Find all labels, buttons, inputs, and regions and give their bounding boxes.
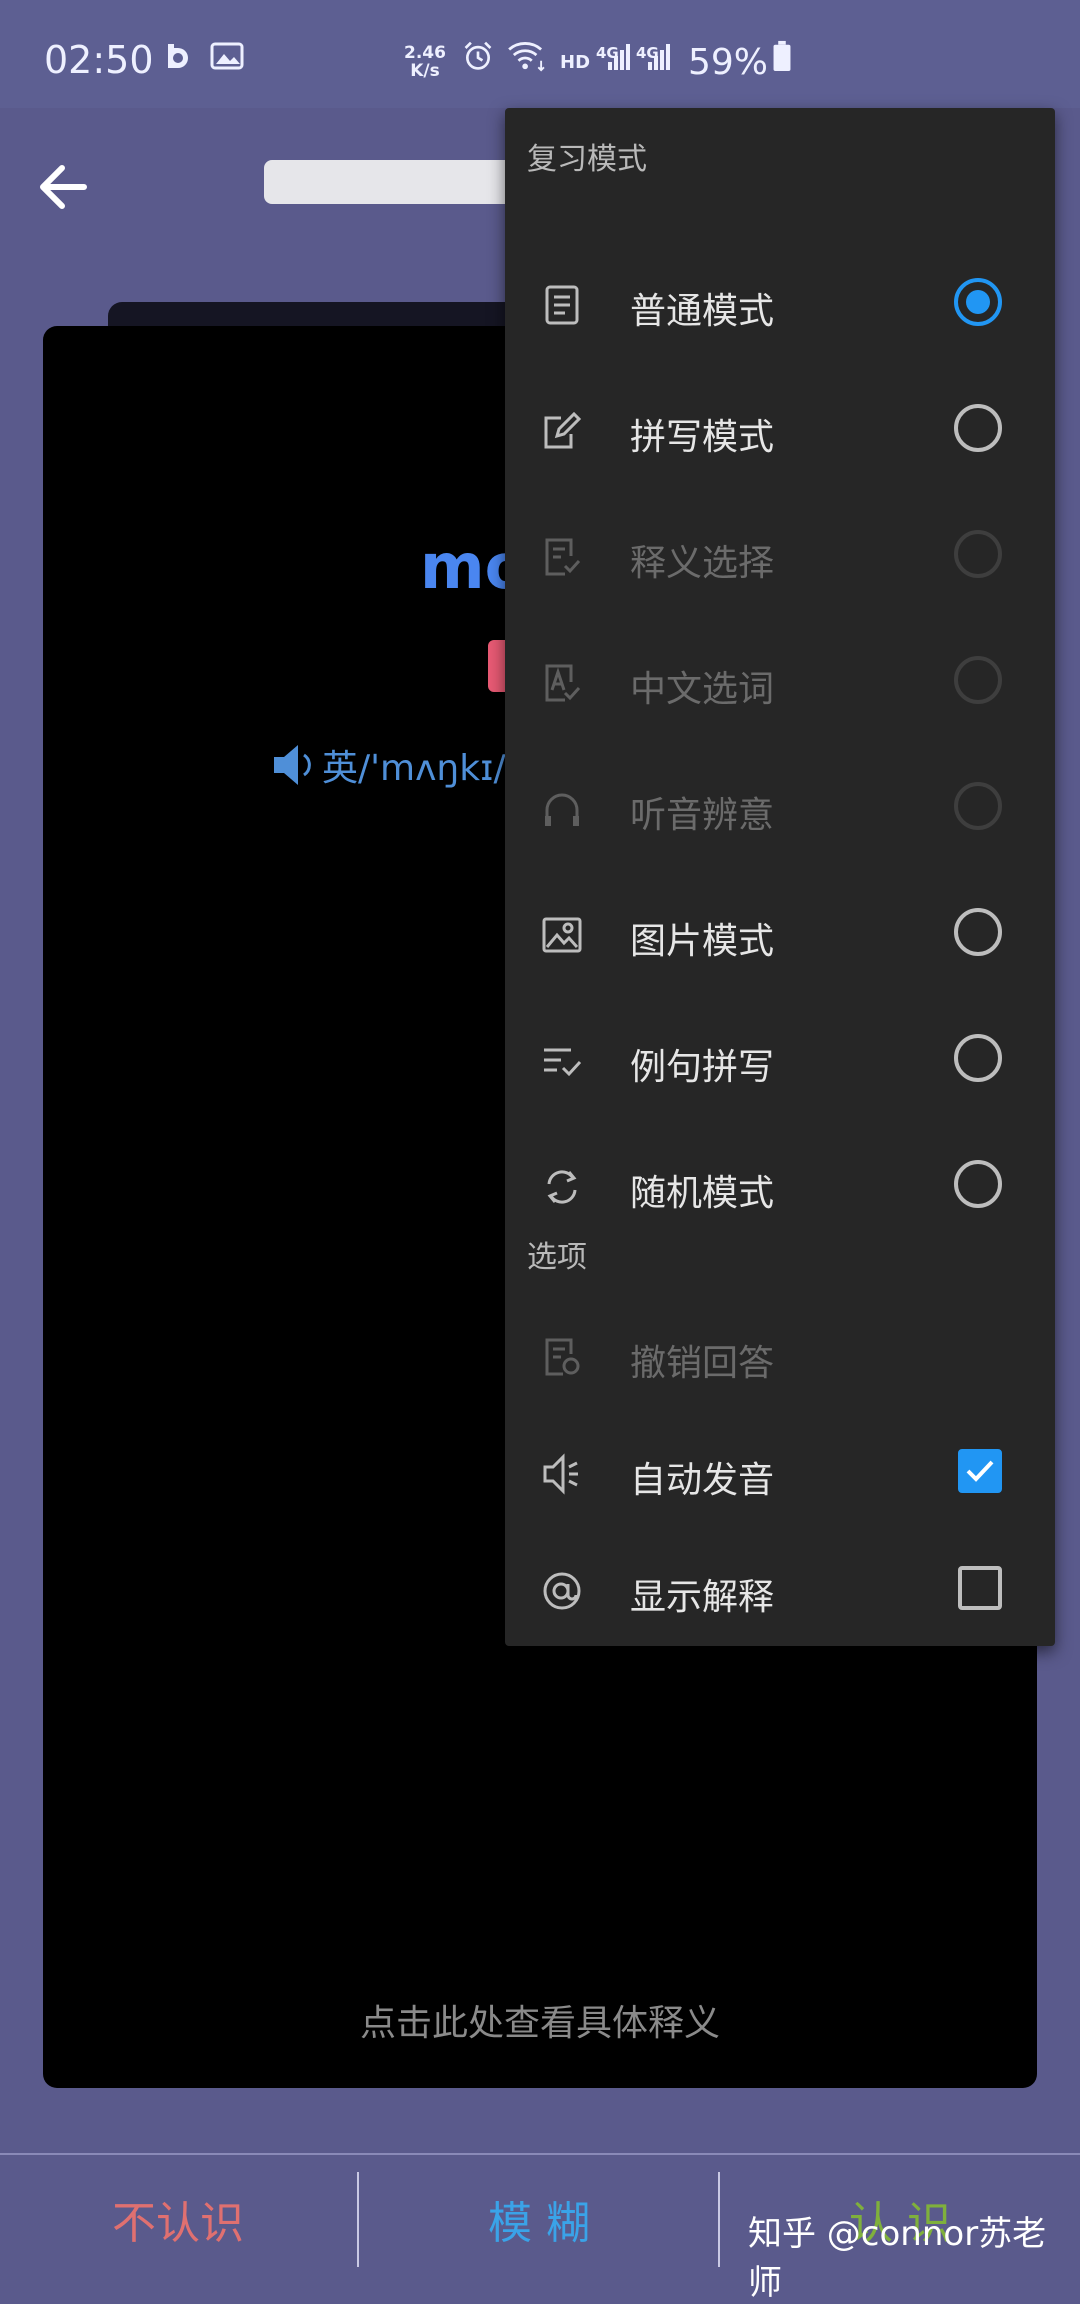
watermark: 知乎 @connor苏老师 (748, 2214, 1047, 2303)
battery-icon (773, 40, 791, 72)
notification-app-icon (168, 44, 188, 68)
net-speed-value: 2.46 (404, 43, 446, 63)
letter-a-check-icon (545, 664, 581, 702)
radio-button[interactable] (954, 1160, 1002, 1208)
menu-item-mode[interactable]: 例句拼写 (505, 998, 1055, 1124)
battery-percent: 59% (688, 42, 769, 83)
menu-item-option[interactable]: 自动发音 (505, 1411, 1055, 1537)
radio-button[interactable] (954, 404, 1002, 452)
menu-item-mode[interactable]: 普通模式 (505, 242, 1055, 368)
menu-item-label: 中文选词 (630, 669, 775, 710)
hd-label: HD (560, 52, 591, 73)
radio-button (954, 656, 1002, 704)
phonetic-row[interactable]: 英/'mʌŋkɪ/ (272, 740, 506, 790)
menu-item-label: 随机模式 (630, 1173, 775, 1214)
menu-item-mode[interactable]: 随机模式 (505, 1124, 1055, 1250)
undo-document-icon (545, 1338, 580, 1376)
radio-button[interactable] (954, 908, 1002, 956)
menu-item-label: 撤销回答 (630, 1343, 775, 1384)
menu-item-label: 拼写模式 (630, 417, 775, 458)
document-check-icon (545, 538, 581, 576)
signal-icon (648, 44, 670, 70)
alarm-icon (464, 41, 492, 70)
menu-item-label: 释义选择 (630, 543, 775, 584)
menu-item-label: 听音辨意 (630, 795, 775, 836)
net-speed: 2.46 K/s (404, 44, 446, 80)
speaker-icon (543, 1453, 578, 1495)
list-check-icon (544, 1048, 582, 1077)
unknown-button[interactable]: 不认识 (0, 2155, 356, 2282)
document-icon (545, 285, 579, 325)
menu-item-label: 例句拼写 (630, 1047, 775, 1088)
section-review-mode: 复习模式 (527, 142, 647, 177)
status-time: 02:50 (44, 38, 154, 82)
menu-item-label: 普通模式 (630, 291, 775, 332)
menu-item-label: 图片模式 (630, 921, 775, 962)
section-options: 选项 (527, 1240, 587, 1275)
checkbox[interactable] (958, 1449, 1002, 1493)
edit-icon (544, 411, 582, 449)
at-icon (543, 1572, 581, 1610)
menu-item-mode[interactable]: 图片模式 (505, 872, 1055, 998)
net-speed-unit: K/s (410, 61, 440, 81)
shuffle-icon (547, 1170, 577, 1204)
radio-button[interactable] (954, 1034, 1002, 1082)
speaker-icon[interactable] (272, 741, 312, 789)
checkbox[interactable] (958, 1566, 1002, 1610)
card-hint[interactable]: 点击此处查看具体释义 (0, 1994, 1080, 2046)
radio-button[interactable] (954, 278, 1002, 326)
radio-button (954, 530, 1002, 578)
menu-item-mode: 释义选择 (505, 494, 1055, 620)
review-mode-menu: 复习模式 普通模式拼写模式释义选择中文选词听音辨意图片模式例句拼写随机模式 选项… (505, 108, 1055, 1646)
signal-icon (608, 44, 630, 70)
menu-item-mode[interactable]: 拼写模式 (505, 368, 1055, 494)
menu-item-label: 自动发音 (630, 1460, 775, 1501)
checkmark-icon (966, 1460, 994, 1482)
divider (718, 2172, 720, 2267)
radio-button (954, 782, 1002, 830)
menu-item-option: 撤销回答 (505, 1294, 1055, 1420)
menu-item-mode: 听音辨意 (505, 746, 1055, 872)
gallery-icon (210, 42, 244, 70)
wifi-icon (508, 42, 545, 72)
back-arrow-icon[interactable] (30, 152, 100, 222)
menu-item-mode: 中文选词 (505, 620, 1055, 746)
status-bar: 02:50 2.46 K/s HD 4G 4G 59% (0, 0, 1080, 108)
menu-item-option[interactable]: 显示解释 (505, 1528, 1055, 1654)
headphones-icon (545, 793, 579, 826)
divider (357, 2172, 359, 2267)
image-icon (542, 917, 582, 953)
menu-item-label: 显示解释 (630, 1577, 775, 1618)
fuzzy-button[interactable]: 模 糊 (361, 2155, 717, 2282)
phonetic-text: 英/'mʌŋkɪ/ (322, 748, 506, 789)
